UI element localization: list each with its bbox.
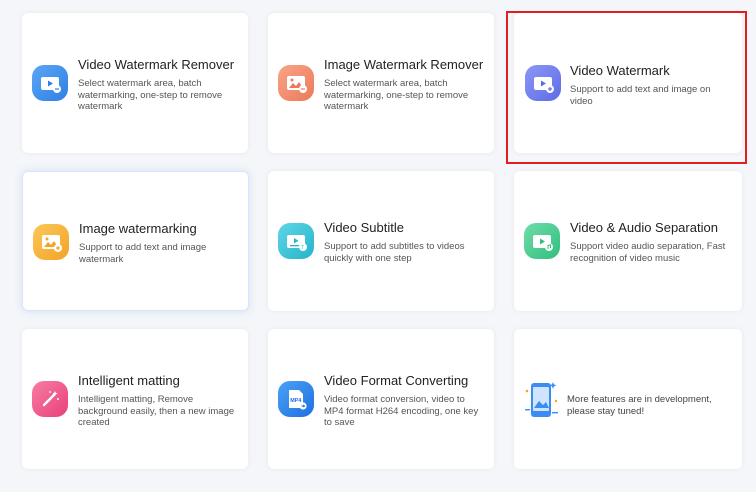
card-more-features: More features are in development, please… xyxy=(514,329,742,469)
svg-text:MP4: MP4 xyxy=(290,398,301,404)
card-description: Support to add text and image watermark xyxy=(79,242,207,265)
svg-text:T: T xyxy=(301,245,304,251)
card-description: Select watermark area, batch watermarkin… xyxy=(78,78,223,112)
selection-highlight xyxy=(506,11,747,164)
card-description: Intelligent matting, Remove background e… xyxy=(78,394,235,428)
card-image-watermarking[interactable]: Image watermarking Support to add text a… xyxy=(22,171,249,311)
card-video-audio-separation[interactable]: Video & Audio Separation Support video a… xyxy=(514,171,742,311)
phone-illustration-icon xyxy=(522,379,562,421)
card-title: Video Format Converting xyxy=(324,373,469,388)
video-format-converting-icon: MP4 xyxy=(278,381,314,417)
card-title: Intelligent matting xyxy=(78,373,180,388)
card-title: Image Watermark Remover xyxy=(324,57,484,72)
card-video-format-converting[interactable]: MP4 Video Format Converting Video format… xyxy=(268,329,494,469)
card-title: Video Subtitle xyxy=(324,220,404,235)
more-features-text: More features are in development, please… xyxy=(567,394,712,417)
image-watermark-remover-icon xyxy=(278,65,314,101)
card-title: Video Watermark Remover xyxy=(78,57,235,72)
card-description: Support to add subtitles to videos quick… xyxy=(324,241,465,264)
card-intelligent-matting[interactable]: Intelligent matting Intelligent matting,… xyxy=(22,329,248,469)
card-video-watermark-remover[interactable]: Video Watermark Remover Select watermark… xyxy=(22,13,248,153)
card-description: Support video audio separation, Fast rec… xyxy=(570,241,726,264)
intelligent-matting-icon xyxy=(32,381,68,417)
card-description: Video format conversion, video to MP4 fo… xyxy=(324,394,479,428)
video-subtitle-icon: T xyxy=(278,223,314,259)
card-image-watermark-remover[interactable]: Image Watermark Remover Select watermark… xyxy=(268,13,494,153)
card-video-subtitle[interactable]: T Video Subtitle Support to add subtitle… xyxy=(268,171,494,311)
video-watermark-remover-icon xyxy=(32,65,68,101)
card-description: Select watermark area, batch watermarkin… xyxy=(324,78,469,112)
image-watermarking-icon xyxy=(33,224,69,260)
video-audio-separation-icon xyxy=(524,223,560,259)
card-title: Video & Audio Separation xyxy=(570,220,718,235)
card-title: Image watermarking xyxy=(79,221,197,236)
